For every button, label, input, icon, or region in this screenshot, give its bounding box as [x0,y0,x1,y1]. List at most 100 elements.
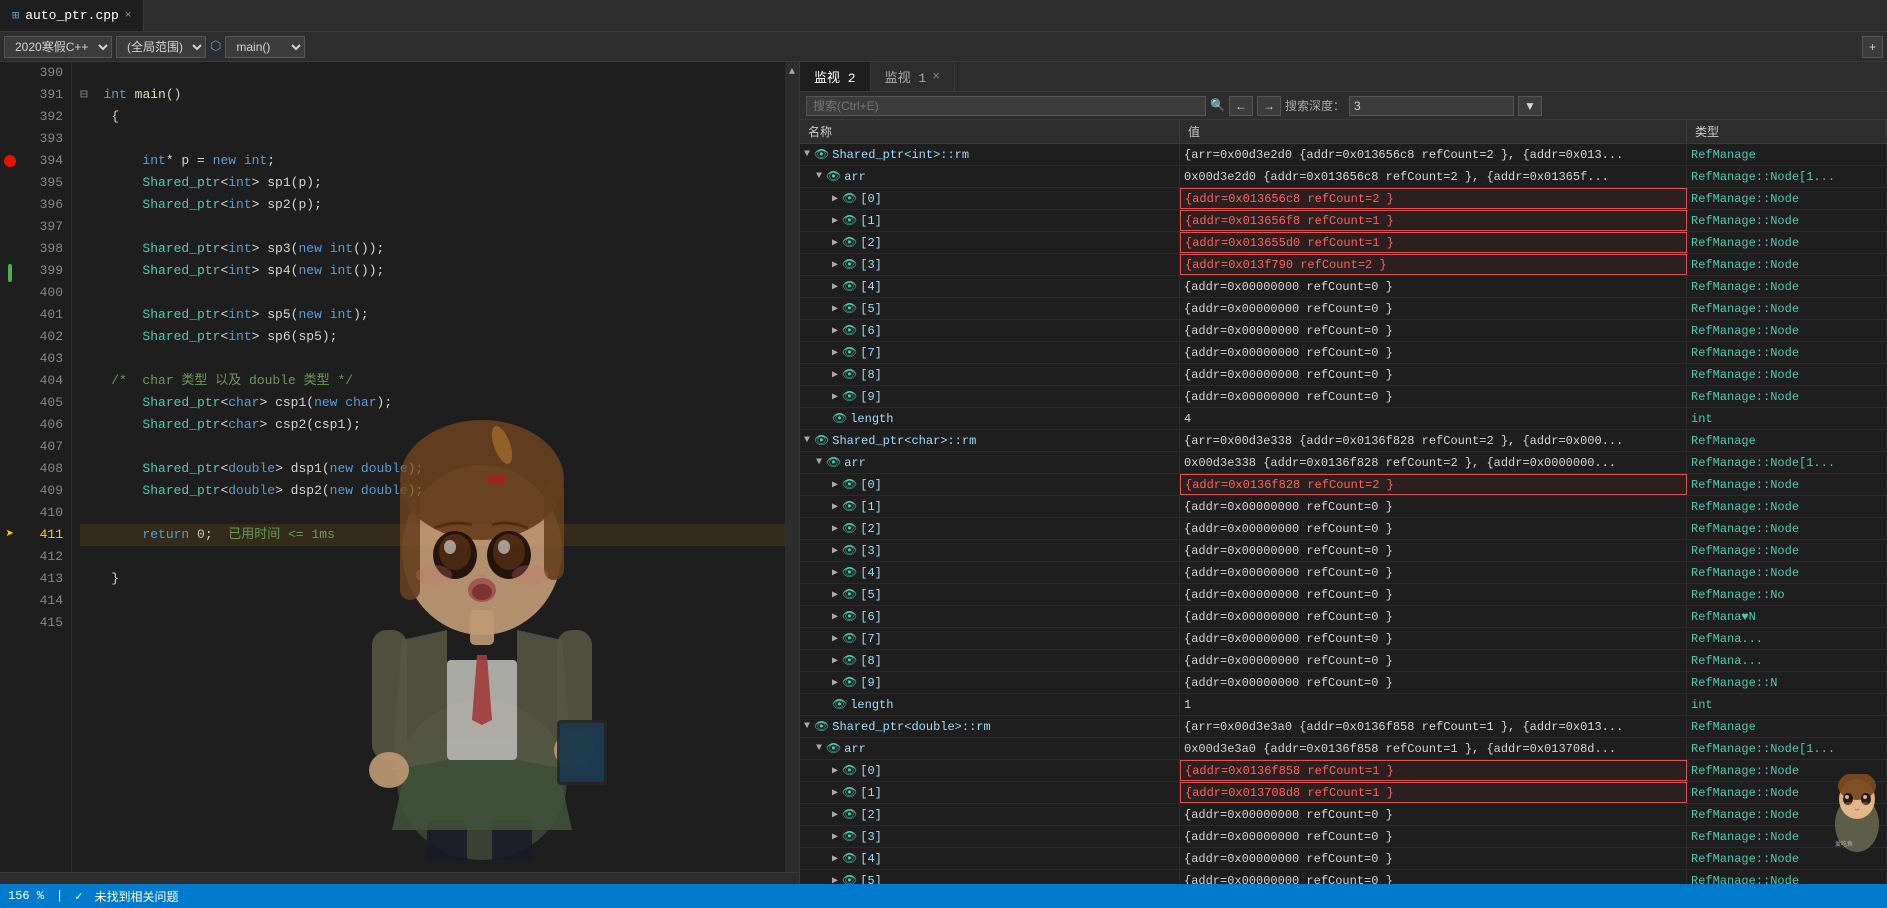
tab-auto-ptr-cpp[interactable]: ⊞ auto_ptr.cpp × [0,0,144,31]
cell-int-1-value: {addr=0x013656f8 refCount=1 } [1180,210,1687,231]
ln-405: 405 [20,392,63,414]
cell-int-5-value: {addr=0x00000000 refCount=0 } [1180,298,1687,319]
expand-char-9[interactable] [832,677,838,689]
cell-char-1-type: RefManage::Node [1687,496,1887,517]
expand-int-arr[interactable] [816,171,822,182]
ln-412: 412 [20,546,63,568]
ln-394: 394 [20,150,63,172]
cell-char-rm-name: 👁 Shared_ptr<char>::rm [800,430,1180,451]
expand-btn[interactable]: + [1862,36,1883,58]
watch-search-input[interactable] [806,96,1206,116]
ln-406: 406 [20,414,63,436]
expand-int-8[interactable] [832,369,838,381]
indicator-390 [0,62,20,84]
search-icon[interactable]: 🔍 [1210,98,1225,113]
cell-int-len-type: int [1687,408,1887,429]
expand-double-5[interactable] [832,875,838,885]
indicator-column: ➤ [0,62,20,872]
cell-double-rm-value: {arr=0x00d3e3a0 {addr=0x0136f858 refCoun… [1180,716,1687,737]
indicator-404 [0,370,20,392]
expand-char-1[interactable] [832,501,838,513]
cell-double-rm-type: RefManage [1687,716,1887,737]
cell-int-8-type: RefManage::Node [1687,364,1887,385]
expand-double-3[interactable] [832,831,838,843]
code-scrollbar-bottom[interactable] [0,872,799,884]
breakpoint-394[interactable] [4,155,16,167]
int-3-label: [3] [860,258,882,272]
depth-input[interactable] [1349,96,1514,116]
ln-398: 398 [20,238,63,260]
indicator-400 [0,282,20,304]
watch-row-char-4: 👁[4] {addr=0x00000000 refCount=0 } RefMa… [800,562,1887,584]
cell-char-3-name: 👁[3] [800,540,1180,561]
expand-int-9[interactable] [832,391,838,403]
cell-double-1-type: RefManage::Node [1687,782,1887,803]
expand-int-2[interactable] [832,237,838,249]
expand-int-1[interactable] [832,215,838,227]
expand-int-3[interactable] [832,259,838,271]
scroll-up-arrow[interactable]: ▲ [789,66,795,80]
cell-int-6-name: 👁[6] [800,320,1180,341]
cell-int-8-value: {addr=0x00000000 refCount=0 } [1180,364,1687,385]
eye-icon-int-1: 👁 [842,213,857,228]
func-select[interactable]: main() [225,36,305,58]
nav-back-btn[interactable]: ← [1229,96,1253,116]
expand-char-2[interactable] [832,523,838,535]
depth-down-btn[interactable]: ▼ [1518,96,1542,116]
expand-char-4[interactable] [832,567,838,579]
cell-char-arr-type: RefManage::Node[1... [1687,452,1887,473]
watch-tab-1-close[interactable]: × [932,69,940,84]
cell-int-7-name: 👁[7] [800,342,1180,363]
indicator-407 [0,436,20,458]
eye-icon-int-rm: 👁 [814,147,829,162]
cell-char-1-value: {addr=0x00000000 refCount=0 } [1180,496,1687,517]
expand-int-0[interactable] [832,193,838,205]
expand-double-0[interactable] [832,765,838,777]
indicator-413 [0,568,20,590]
code-line-408: Shared_ptr<double> dsp1(new double); [80,458,785,480]
code-scrollbar-right[interactable]: ▲ [785,62,799,872]
code-line-412 [80,546,785,568]
expand-double-arr[interactable] [816,743,822,754]
expand-int-7[interactable] [832,347,838,359]
expand-char-6[interactable] [832,611,838,623]
code-pane: ➤ 390 391 392 393 394 395 396 397 398 39… [0,62,800,884]
expand-int-4[interactable] [832,281,838,293]
expand-char-0[interactable] [832,479,838,491]
watch-row-int-5: 👁[5] {addr=0x00000000 refCount=0 } RefMa… [800,298,1887,320]
expand-char-5[interactable] [832,589,838,601]
expand-double-rm[interactable] [804,721,810,732]
cell-int-9-value: {addr=0x00000000 refCount=0 } [1180,386,1687,407]
cell-int-len-name: 👁length [800,408,1180,429]
cell-double-4-name: 👁[4] [800,848,1180,869]
indicator-394[interactable] [0,150,20,172]
code-line-391: ⊟ int main() [80,84,785,106]
watch-table[interactable]: 名称 值 类型 👁 Shared_ptr<int>::rm {arr=0x00d… [800,120,1887,884]
scope-select[interactable]: (全局范围) [116,36,206,58]
expand-int-6[interactable] [832,325,838,337]
watch-tab-1[interactable]: 监视 1 × [871,62,955,91]
cell-char-4-type: RefManage::Node [1687,562,1887,583]
code-content[interactable]: ⊟ int main() { int* p = new int; Shared_… [72,62,785,872]
code-line-415 [80,612,785,634]
expand-double-2[interactable] [832,809,838,821]
expand-double-4[interactable] [832,853,838,865]
expand-double-1[interactable] [832,787,838,799]
expand-char-arr[interactable] [816,457,822,468]
project-select[interactable]: 2020寒假C++ [4,36,112,58]
expand-int-5[interactable] [832,303,838,315]
watch-row-double-5: 👁[5] {addr=0x00000000 refCount=0 } RefMa… [800,870,1887,884]
cell-double-5-value: {addr=0x00000000 refCount=0 } [1180,870,1687,884]
cell-int-1-name: 👁 [1] [800,210,1180,231]
cell-int-len-value: 4 [1180,408,1687,429]
watch-tab-2[interactable]: 监视 2 [800,62,871,91]
cell-int-3-value: {addr=0x013f790 refCount=2 } [1180,254,1687,275]
expand-char-7[interactable] [832,633,838,645]
cell-char-5-value: {addr=0x00000000 refCount=0 } [1180,584,1687,605]
nav-fwd-btn[interactable]: → [1257,96,1281,116]
tab-close-btn[interactable]: × [125,10,132,22]
expand-char-3[interactable] [832,545,838,557]
expand-int-rm[interactable] [804,149,810,160]
expand-char-8[interactable] [832,655,838,667]
expand-char-rm[interactable] [804,435,810,446]
